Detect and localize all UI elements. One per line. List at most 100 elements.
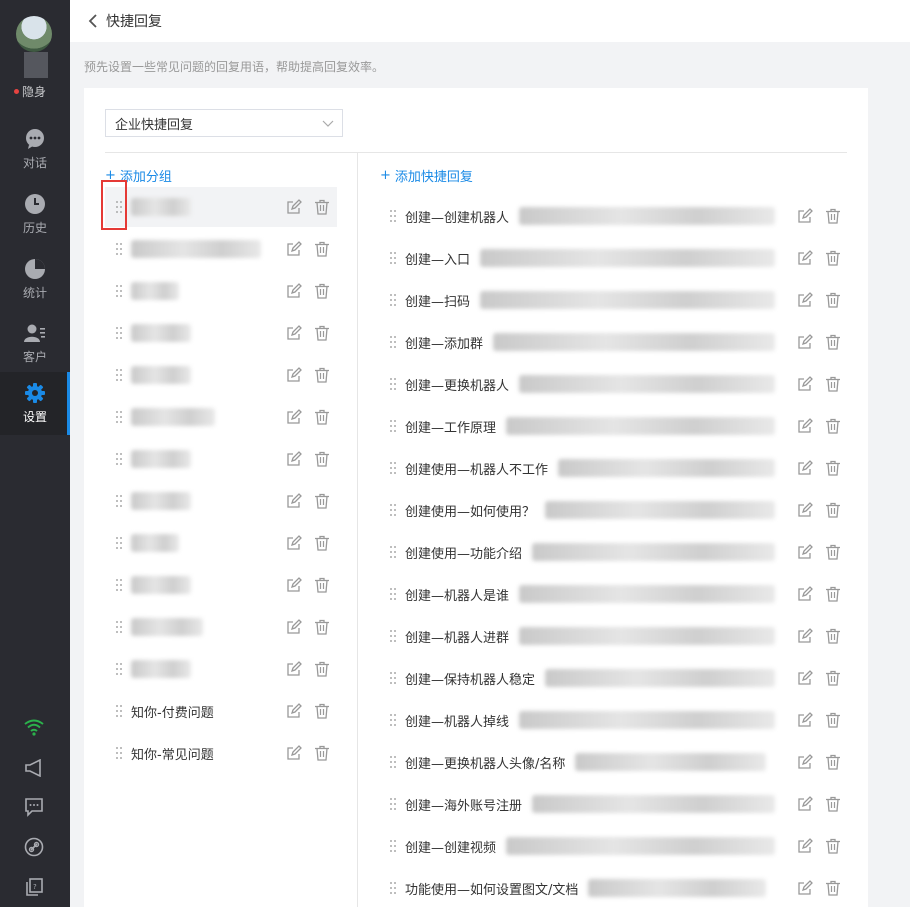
drag-handle-icon[interactable] [115,410,123,424]
edit-icon[interactable] [285,744,303,762]
presence-status[interactable]: 隐身 [14,83,46,100]
drag-handle-icon[interactable] [389,839,397,853]
edit-icon[interactable] [796,501,814,519]
group-row[interactable]: 知你-付费问题 [105,691,337,731]
edit-icon[interactable] [285,450,303,468]
trash-icon[interactable] [313,450,331,468]
edit-icon[interactable] [285,702,303,720]
drag-handle-icon[interactable] [389,755,397,769]
trash-icon[interactable] [313,618,331,636]
drag-handle-icon[interactable] [389,545,397,559]
drag-handle-icon[interactable] [115,536,123,550]
trash-icon[interactable] [824,249,842,267]
drag-handle-icon[interactable] [389,671,397,685]
edit-icon[interactable] [796,375,814,393]
edit-icon[interactable] [796,753,814,771]
edit-icon[interactable] [796,291,814,309]
drag-handle-icon[interactable] [389,881,397,895]
trash-icon[interactable] [824,417,842,435]
group-row[interactable] [105,439,337,479]
trash-icon[interactable] [313,324,331,342]
trash-icon[interactable] [313,492,331,510]
drag-handle-icon[interactable] [389,629,397,643]
trash-icon[interactable] [824,375,842,393]
reply-row[interactable]: 创建—扫码 [384,280,842,320]
drag-handle-icon[interactable] [115,620,123,634]
trash-icon[interactable] [824,459,842,477]
trash-icon[interactable] [824,795,842,813]
copy-icon[interactable]: ? [23,876,45,898]
trash-icon[interactable] [824,711,842,729]
trash-icon[interactable] [824,501,842,519]
group-row[interactable] [105,271,337,311]
trash-icon[interactable] [824,543,842,561]
edit-icon[interactable] [285,408,303,426]
reply-row[interactable]: 创建—机器人掉线 [384,700,842,740]
drag-handle-icon[interactable] [115,242,123,256]
edit-icon[interactable] [285,324,303,342]
reply-row[interactable]: 创建—机器人进群 [384,616,842,656]
group-row[interactable] [105,313,337,353]
group-row[interactable] [105,649,337,689]
trash-icon[interactable] [824,669,842,687]
trash-icon[interactable] [313,366,331,384]
trash-icon[interactable] [313,198,331,216]
drag-handle-icon[interactable] [389,797,397,811]
group-row[interactable] [105,355,337,395]
edit-icon[interactable] [285,576,303,594]
drag-handle-icon[interactable] [115,662,123,676]
drag-handle-icon[interactable] [389,293,397,307]
reply-row[interactable]: 创建—更换机器人头像/名称 [384,742,842,782]
group-row[interactable] [105,397,337,437]
edit-icon[interactable] [796,585,814,603]
reply-row[interactable]: 创建—创建机器人 [384,196,842,236]
drag-handle-icon[interactable] [115,452,123,466]
reply-row[interactable]: 创建—工作原理 [384,406,842,446]
group-row[interactable] [105,187,337,227]
trash-icon[interactable] [313,240,331,258]
group-row[interactable] [105,229,337,269]
drag-handle-icon[interactable] [115,494,123,508]
drag-handle-icon[interactable] [389,503,397,517]
drag-handle-icon[interactable] [115,326,123,340]
add-reply-button[interactable]: + 添加快捷回复 [380,166,473,185]
megaphone-icon[interactable] [23,757,45,779]
edit-icon[interactable] [796,837,814,855]
trash-icon[interactable] [313,534,331,552]
reply-row[interactable]: 创建—保持机器人稳定 [384,658,842,698]
trash-icon[interactable] [313,660,331,678]
drag-handle-icon[interactable] [115,284,123,298]
drag-handle-icon[interactable] [389,419,397,433]
group-row[interactable] [105,607,337,647]
drag-handle-icon[interactable] [389,251,397,265]
drag-handle-icon[interactable] [389,461,397,475]
edit-icon[interactable] [796,417,814,435]
drag-handle-icon[interactable] [115,578,123,592]
avatar[interactable] [16,16,52,52]
trash-icon[interactable] [824,879,842,897]
reply-row[interactable]: 功能使用—如何设置图文/文档 [384,868,842,907]
edit-icon[interactable] [285,198,303,216]
trash-icon[interactable] [313,282,331,300]
link-icon[interactable] [23,836,45,858]
drag-handle-icon[interactable] [389,335,397,349]
trash-icon[interactable] [824,753,842,771]
edit-icon[interactable] [796,627,814,645]
drag-handle-icon[interactable] [115,368,123,382]
reply-row[interactable]: 创建—更换机器人 [384,364,842,404]
group-row[interactable] [105,565,337,605]
drag-handle-icon[interactable] [389,587,397,601]
trash-icon[interactable] [313,576,331,594]
reply-row[interactable]: 创建—创建视频 [384,826,842,866]
reply-row[interactable]: 创建—入口 [384,238,842,278]
edit-icon[interactable] [796,333,814,351]
edit-icon[interactable] [285,282,303,300]
group-row[interactable] [105,523,337,563]
reply-type-select[interactable]: 企业快捷回复 [105,109,343,137]
edit-icon[interactable] [796,207,814,225]
edit-icon[interactable] [285,492,303,510]
trash-icon[interactable] [824,291,842,309]
wifi-icon[interactable] [23,716,45,738]
edit-icon[interactable] [796,249,814,267]
reply-row[interactable]: 创建使用—如何使用？ [384,490,842,530]
